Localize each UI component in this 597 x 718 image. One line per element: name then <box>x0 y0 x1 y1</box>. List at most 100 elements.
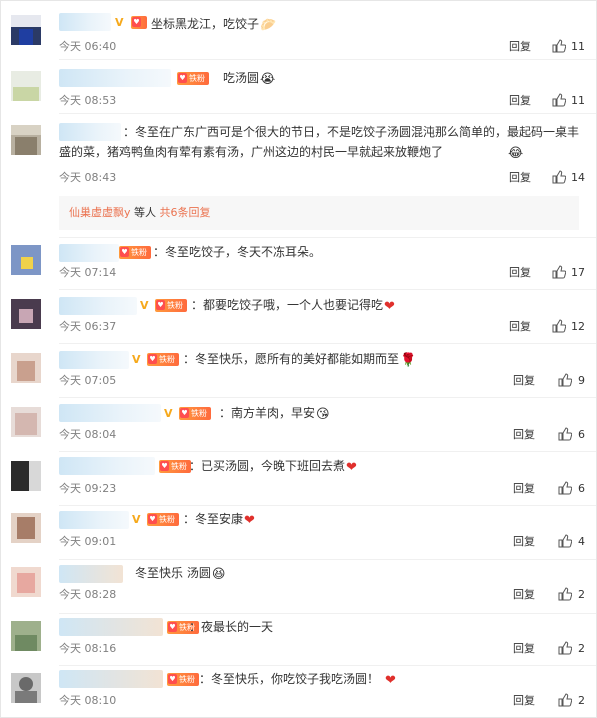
avatar[interactable] <box>11 245 41 275</box>
reply-button[interactable]: 回复 <box>513 642 535 656</box>
fan-badge: ♥ 铁粉 <box>119 246 151 259</box>
reply-button[interactable]: 回复 <box>513 428 535 442</box>
comment-list: V ♥ 坐标黑龙江，吃饺子🥟 今天 06:40 回复 11 ♥ 铁粉 吃汤圆😭 今… <box>0 0 597 718</box>
fan-heart-icon: ♥ <box>168 622 177 632</box>
thumb-up-icon[interactable] <box>558 427 572 441</box>
reply-button[interactable]: 回复 <box>513 535 535 549</box>
fan-heart-icon: ♥ <box>120 247 129 257</box>
verified-v-icon: V <box>132 513 141 526</box>
comment-time: 今天 08:53 <box>59 94 117 107</box>
username[interactable] <box>59 618 163 636</box>
thumb-up-icon[interactable] <box>558 481 572 495</box>
username[interactable] <box>59 351 129 369</box>
verified-v-icon: V <box>140 299 149 312</box>
reply-button[interactable]: 回复 <box>513 374 535 388</box>
avatar[interactable] <box>11 299 41 329</box>
like-count: 14 <box>571 171 585 184</box>
username[interactable] <box>59 511 129 529</box>
username[interactable] <box>59 565 123 583</box>
reply-button[interactable]: 回复 <box>513 694 535 708</box>
comment-text: ：都要吃饺子哦，一个人也要记得吃❤ <box>191 298 395 314</box>
verified-v-icon: V <box>132 353 141 366</box>
comment-text: ：夜最长的一天 <box>189 620 274 634</box>
avatar[interactable] <box>11 567 41 597</box>
avatar[interactable] <box>11 125 41 155</box>
red-heart-emoji: ❤ <box>346 460 357 475</box>
fan-heart-icon: ♥ <box>168 674 177 684</box>
view-all-replies-link[interactable]: 共6条回复 <box>160 206 211 219</box>
fan-badge: ♥ 铁粉 <box>177 72 209 85</box>
username[interactable] <box>59 244 119 262</box>
avatar[interactable] <box>11 621 41 651</box>
avatar[interactable] <box>11 461 41 491</box>
reply-button[interactable]: 回复 <box>513 482 535 496</box>
reply-button[interactable]: 回复 <box>509 40 531 54</box>
thumb-up-icon[interactable] <box>558 587 572 601</box>
like-count: 2 <box>578 588 585 601</box>
crying-face-emoji: 😭 <box>260 72 276 87</box>
comment-item: V ♥ 铁粉 ：冬至快乐，愿所有的美好都能如期而至🌹 今天 07:05 回复 9 <box>1 343 596 397</box>
avatar[interactable] <box>11 407 41 437</box>
sub-reply-user[interactable]: 仙巢虚虚飘y <box>69 206 131 219</box>
reply-button[interactable]: 回复 <box>513 588 535 602</box>
like-count: 4 <box>578 535 585 548</box>
comment-text: 冬至快乐 汤圆😆 <box>135 566 226 582</box>
comment-text: 吃汤圆😭 <box>223 71 276 87</box>
comment-time: 今天 07:14 <box>59 266 117 279</box>
username[interactable] <box>59 297 137 315</box>
thumb-up-icon[interactable] <box>558 373 572 387</box>
thumb-up-icon[interactable] <box>552 39 566 53</box>
avatar[interactable] <box>11 673 41 703</box>
fan-heart-icon: ♥ <box>160 461 169 471</box>
fan-heart-icon: ♥ <box>180 408 189 418</box>
avatar[interactable] <box>11 15 41 45</box>
fan-badge: ♥ 铁粉 <box>167 673 199 686</box>
fan-heart-icon: ♥ <box>148 514 157 524</box>
comment-item: ♥ 铁粉 ：冬至快乐，你吃饺子我吃汤圆！ ❤ 今天 08:10 回复 2 <box>1 665 596 717</box>
username[interactable] <box>59 670 163 688</box>
reply-button[interactable]: 回复 <box>509 94 531 108</box>
comment-text: ：冬至吃饺子，冬天不冻耳朵。 <box>153 245 322 259</box>
comment-item: V ♥ 铁粉 ：南方羊肉，早安😘 今天 08:04 回复 6 <box>1 397 596 451</box>
reply-button[interactable]: 回复 <box>509 171 531 185</box>
like-count: 2 <box>578 694 585 707</box>
comment-item: ♥ 铁粉 ：夜最长的一天 今天 08:16 回复 2 <box>1 613 596 665</box>
reply-button[interactable]: 回复 <box>509 320 531 334</box>
thumb-up-icon[interactable] <box>552 319 566 333</box>
fan-badge: ♥ 铁粉 <box>155 299 187 312</box>
comment-time: 今天 08:16 <box>59 642 117 655</box>
like-count: 2 <box>578 642 585 655</box>
avatar[interactable] <box>11 71 41 101</box>
sub-reply-box: 仙巢虚虚飘y 等人 共6条回复 <box>59 196 579 230</box>
thumb-up-icon[interactable] <box>552 265 566 279</box>
red-heart-emoji: ❤ <box>244 513 255 528</box>
avatar[interactable] <box>11 513 41 543</box>
comment-time: 今天 08:43 <box>59 171 117 184</box>
thumb-up-icon[interactable] <box>558 534 572 548</box>
comment-item: 冬至快乐 汤圆😆 今天 08:28 回复 2 <box>1 559 596 613</box>
username[interactable] <box>59 404 161 422</box>
comment-time: 今天 06:40 <box>59 40 117 53</box>
fan-badge: ♥ 铁粉 <box>159 460 191 473</box>
thumb-up-icon[interactable] <box>552 170 566 184</box>
thumb-up-icon[interactable] <box>558 693 572 707</box>
like-count: 11 <box>571 94 585 107</box>
comment-item: V ♥ 铁粉 ：冬至安康❤ 今天 09:01 回复 4 <box>1 505 596 559</box>
comment-item: ♥ 铁粉 吃汤圆😭 今天 08:53 回复 11 <box>1 59 596 113</box>
dumpling-emoji: 🥟 <box>260 18 277 33</box>
comment-time: 今天 08:28 <box>59 588 117 601</box>
fan-heart-icon: ♥ <box>178 73 187 83</box>
fan-badge: ♥ <box>131 16 147 29</box>
comment-text: 坐标黑龙江，吃饺子🥟 <box>151 17 277 33</box>
rose-emoji: 🌹 <box>400 353 417 368</box>
reply-button[interactable]: 回复 <box>509 266 531 280</box>
username[interactable] <box>59 457 155 475</box>
username[interactable] <box>59 69 171 87</box>
comment-time: 今天 06:37 <box>59 320 117 333</box>
fan-badge: ♥ 铁粉 <box>147 513 179 526</box>
thumb-up-icon[interactable] <box>552 93 566 107</box>
like-count: 11 <box>571 40 585 53</box>
thumb-up-icon[interactable] <box>558 641 572 655</box>
avatar[interactable] <box>11 353 41 383</box>
username[interactable] <box>59 13 111 31</box>
